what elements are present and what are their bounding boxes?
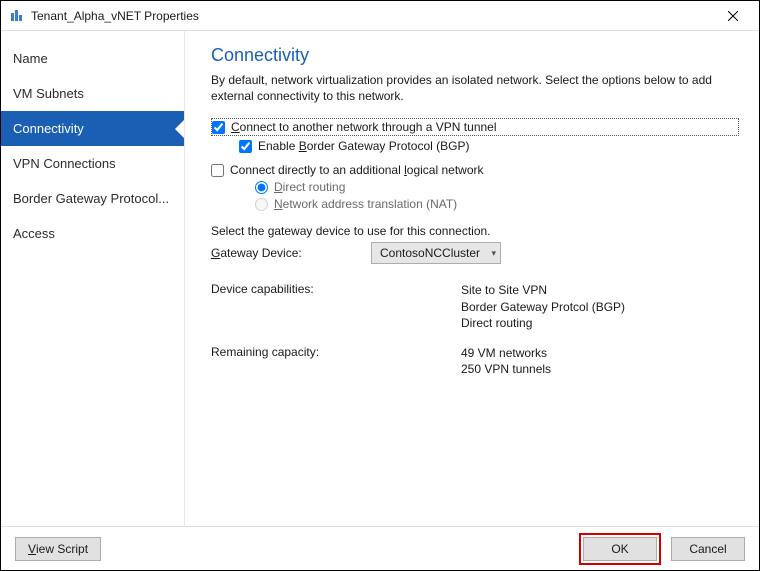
connect-vpn-focus: Connect to another network through a VPN…	[211, 118, 739, 136]
nat-radio[interactable]	[255, 198, 268, 211]
gateway-prompt: Select the gateway device to use for thi…	[211, 224, 739, 238]
content-pane: Connectivity By default, network virtual…	[185, 31, 759, 526]
view-script-button[interactable]: View Script	[15, 537, 101, 561]
sidebar-item-vpn-connections[interactable]: VPN Connections	[1, 146, 184, 181]
close-button[interactable]	[713, 2, 753, 30]
sidebar-item-vm-subnets[interactable]: VM Subnets	[1, 76, 184, 111]
footer: View Script OK Cancel	[1, 526, 759, 570]
sidebar-item-connectivity[interactable]: Connectivity	[1, 111, 184, 146]
enable-bgp-checkbox[interactable]	[239, 140, 252, 153]
chevron-down-icon: ▾	[491, 248, 496, 259]
enable-bgp-label: Enable Border Gateway Protocol (BGP)	[258, 139, 469, 153]
device-capabilities-values: Site to Site VPN Border Gateway Protcol …	[461, 282, 625, 331]
page-title: Connectivity	[211, 45, 739, 66]
connect-direct-checkbox[interactable]	[211, 164, 224, 177]
gateway-device-dropdown[interactable]: ContosoNCCluster ▾	[371, 242, 501, 264]
cancel-button[interactable]: Cancel	[671, 537, 745, 561]
connect-vpn-label: Connect to another network through a VPN…	[231, 120, 497, 134]
sidebar-item-access[interactable]: Access	[1, 216, 184, 251]
connect-vpn-checkbox[interactable]	[212, 121, 225, 134]
remaining-capacity-values: 49 VM networks 250 VPN tunnels	[461, 345, 551, 377]
remaining-capacity-label: Remaining capacity:	[211, 345, 461, 377]
device-capabilities-label: Device capabilities:	[211, 282, 461, 331]
intro-text: By default, network virtualization provi…	[211, 72, 739, 104]
gateway-device-value: ContosoNCCluster	[380, 246, 485, 260]
ok-button[interactable]: OK	[583, 537, 657, 561]
ok-highlight: OK	[579, 533, 661, 565]
sidebar: Name VM Subnets Connectivity VPN Connect…	[1, 31, 185, 526]
window-title: Tenant_Alpha_vNET Properties	[31, 9, 713, 23]
sidebar-item-bgp[interactable]: Border Gateway Protocol...	[1, 181, 184, 216]
connect-direct-label: Connect directly to an additional logica…	[230, 163, 484, 177]
direct-routing-radio[interactable]	[255, 181, 268, 194]
sidebar-item-name[interactable]: Name	[1, 41, 184, 76]
direct-routing-label: Direct routing	[274, 180, 345, 194]
titlebar: Tenant_Alpha_vNET Properties	[1, 1, 759, 31]
gateway-device-label: Gateway Device:	[211, 246, 371, 260]
app-icon	[9, 8, 25, 24]
nat-label: Network address translation (NAT)	[274, 197, 457, 211]
